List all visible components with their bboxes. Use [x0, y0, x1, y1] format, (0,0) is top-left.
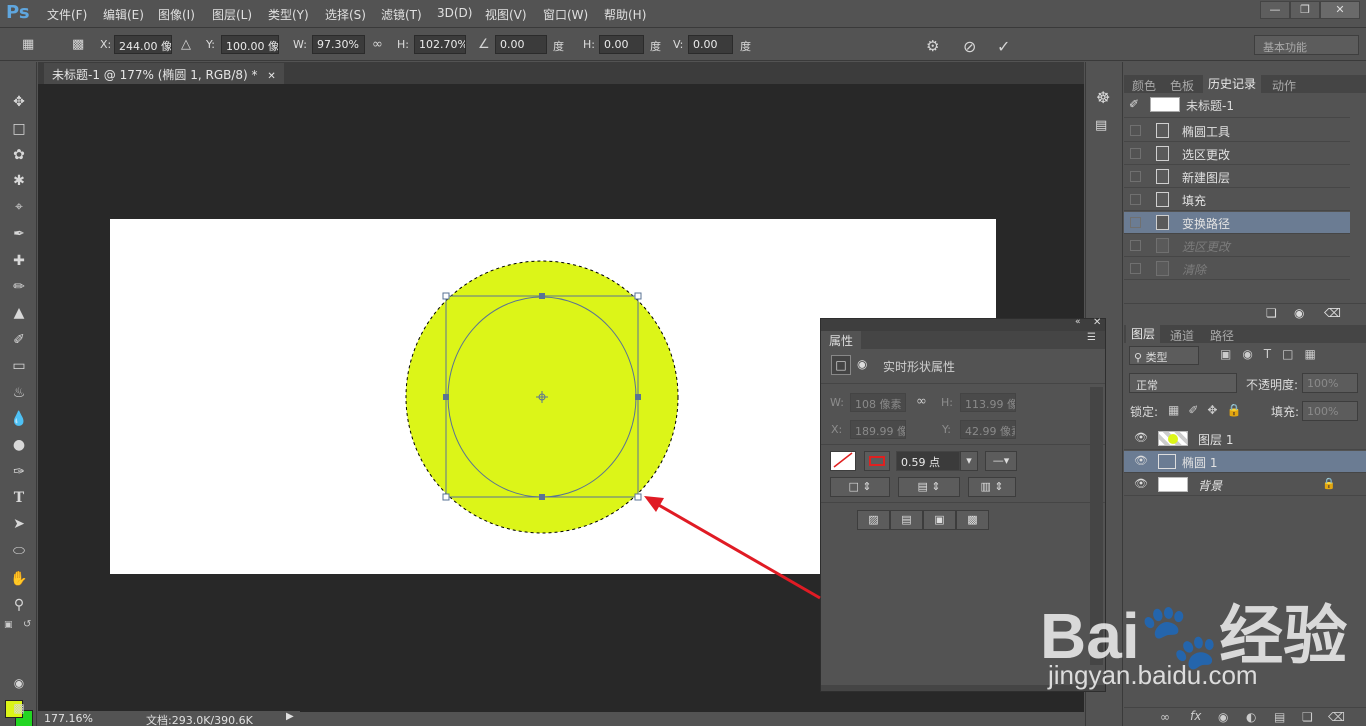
baidu-watermark-url: jingyan.baidu.com	[1048, 660, 1258, 690]
